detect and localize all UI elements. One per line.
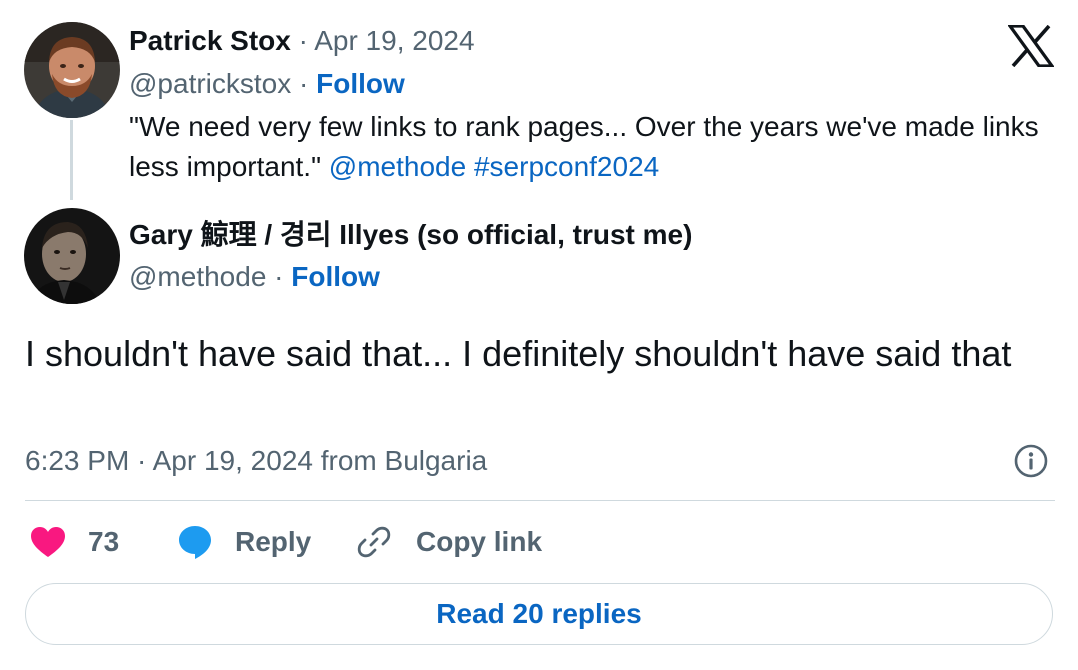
- link-icon: [356, 524, 392, 560]
- follow-button[interactable]: Follow: [316, 68, 405, 99]
- hashtag-link[interactable]: #serpconf2024: [474, 151, 659, 182]
- like-count: 73: [88, 526, 120, 557]
- reply-bubble-icon: [177, 524, 213, 560]
- author-name[interactable]: Patrick Stox: [129, 25, 291, 56]
- main-handle-line: @methode · Follow: [129, 260, 380, 294]
- copy-link-button[interactable]: Copy link: [356, 522, 542, 562]
- avatar[interactable]: [24, 208, 120, 304]
- follow-button[interactable]: Follow: [291, 261, 380, 292]
- tweet-date[interactable]: Apr 19, 2024: [314, 25, 474, 56]
- separator: ·: [291, 68, 317, 99]
- main-author-line: Gary 鯨理 / 경리 Illyes (so official, trust …: [129, 218, 692, 252]
- quoted-author-line: Patrick Stox · Apr 19, 2024: [129, 24, 475, 58]
- author-handle[interactable]: @patrickstox: [129, 68, 291, 99]
- thread-connector: [70, 120, 73, 200]
- heart-icon: [30, 526, 66, 558]
- author-handle[interactable]: @methode: [129, 261, 266, 292]
- like-button[interactable]: 73: [30, 522, 119, 562]
- mention-link[interactable]: @methode: [329, 151, 466, 182]
- reply-label: Reply: [235, 526, 312, 557]
- info-icon[interactable]: [1014, 444, 1048, 478]
- avatar[interactable]: [24, 22, 120, 118]
- separator: ·: [266, 261, 292, 292]
- tweet-timestamp[interactable]: 6:23 PM · Apr 19, 2024 from Bulgaria: [25, 443, 487, 479]
- separator: ·: [290, 25, 315, 56]
- read-replies-label: Read 20 replies: [436, 598, 642, 629]
- read-replies-button[interactable]: Read 20 replies: [25, 583, 1053, 645]
- reply-button[interactable]: Reply: [177, 522, 311, 562]
- x-logo-icon[interactable]: [1006, 24, 1056, 68]
- quoted-handle-line: @patrickstox · Follow: [129, 67, 405, 101]
- copy-link-label: Copy link: [416, 526, 543, 557]
- author-name[interactable]: Gary 鯨理 / 경리 Illyes (so official, trust …: [129, 219, 692, 250]
- tweet-text: I shouldn't have said that... I definite…: [25, 333, 1012, 374]
- quoted-tweet-text: "We need very few links to rank pages...…: [129, 107, 1064, 187]
- divider: [25, 500, 1055, 501]
